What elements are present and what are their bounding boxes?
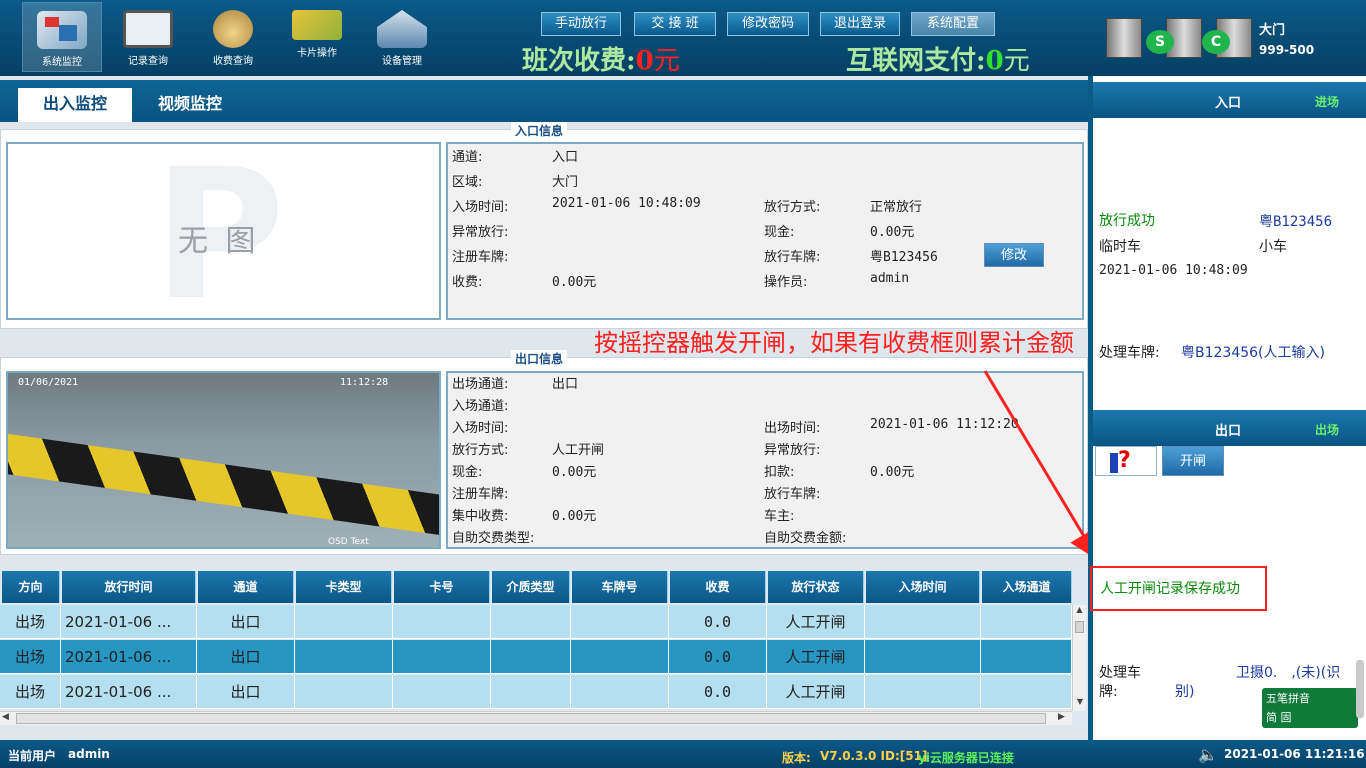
version-value: V7.0.3.0 ID:[51]: [820, 749, 928, 763]
right-entry-status: 放行成功: [1099, 213, 1155, 229]
right-entry-header: 入口 进场: [1093, 82, 1366, 118]
ime-toolbar[interactable]: 五笔拼音 简 固: [1262, 688, 1358, 728]
speaker-icon[interactable]: 🔈: [1198, 745, 1218, 764]
right-exit-tag: 出场: [1315, 423, 1340, 437]
ime-mode-text: 五笔拼音: [1266, 692, 1310, 705]
right-entry-time: 2021-01-06 10:48:09: [1099, 263, 1248, 278]
open-gate-button[interactable]: 开闸: [1162, 446, 1224, 476]
cloud-status: yi云服务器已连接: [918, 751, 1014, 765]
right-exit-header: 出口 出场: [1093, 410, 1366, 446]
right-exit-processed-label1: 处理车: [1099, 665, 1141, 681]
current-user-label: 当前用户: [8, 749, 57, 763]
unknown-vehicle-icon: ?: [1095, 446, 1157, 476]
status-bar: 当前用户 admin 版本: V7.0.3.0 ID:[51] yi云服务器已连…: [0, 740, 1366, 768]
right-entry-title: 入口: [1215, 96, 1242, 111]
right-exit-title: 出口: [1215, 424, 1242, 439]
right-exit-processed-value1: 卫摄0. ,(未)(识: [1236, 665, 1341, 681]
right-entry-processed-value: 粤B123456(人工输入): [1181, 345, 1325, 361]
version-label: 版本:: [782, 751, 811, 765]
right-exit-processed-label2: 牌:: [1099, 684, 1118, 700]
right-entry-car-size: 小车: [1259, 239, 1287, 255]
right-panel: [1088, 76, 1366, 740]
right-entry-car-type: 临时车: [1099, 239, 1141, 255]
right-exit-message: 人工开闸记录保存成功: [1090, 566, 1267, 611]
ime-options-text: 简 固: [1266, 711, 1292, 724]
right-entry-plate: 粤B123456: [1259, 214, 1333, 230]
right-exit-processed-value2: 别): [1175, 684, 1195, 700]
current-user-value: admin: [68, 747, 110, 761]
right-entry-processed-label: 处理车牌:: [1099, 345, 1160, 361]
right-entry-tag: 进场: [1315, 95, 1340, 109]
status-datetime: 2021-01-06 11:21:16: [1224, 747, 1365, 761]
ime-handle[interactable]: [1356, 660, 1364, 718]
